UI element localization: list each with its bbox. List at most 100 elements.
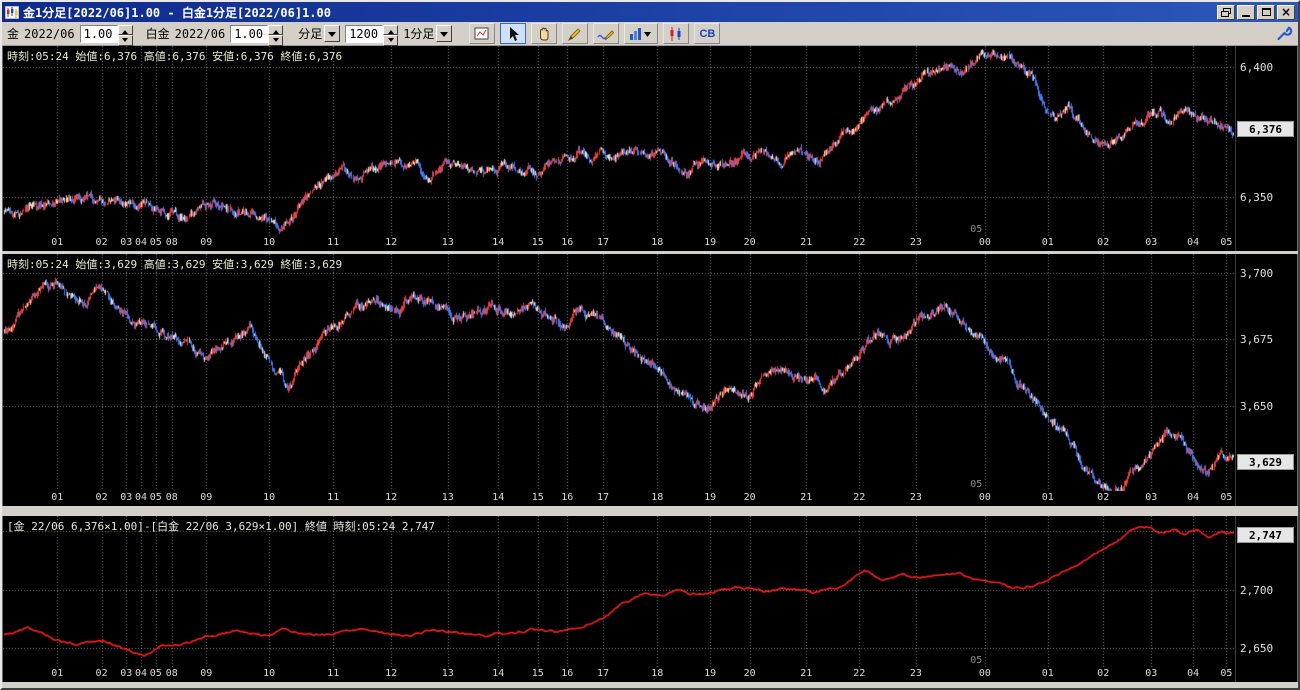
cb-label: CB [699, 27, 716, 40]
cb-tool-button[interactable]: CB [694, 23, 721, 44]
x-axis-hour-label: 01 [51, 237, 64, 248]
chart-area: 時刻:05:24 始値:6,376 高値:6,376 安値:6,376 終値:6… [2, 46, 1298, 688]
y-axis-tick-label: 3,675 [1240, 333, 1274, 347]
x-axis-hour-label: 20 [743, 237, 756, 248]
dropdown-arrow-icon[interactable] [436, 25, 453, 42]
x-axis-hour-label: 21 [800, 237, 813, 248]
panel-splitter[interactable] [2, 506, 1298, 516]
gold-x-axis: 01 02 03 04 05 08 09 10 11 12 13 14 15 16 17 18 19 20 21 22… [3, 236, 1235, 251]
pan-tool-button[interactable] [531, 23, 558, 44]
spin-down-icon[interactable] [383, 34, 399, 46]
x-axis-hour-label: 00 [978, 237, 991, 248]
x-axis-hour-label: 18 [651, 492, 664, 503]
x-axis-hour-label: 19 [704, 237, 717, 248]
gold-ohlc-info: 時刻:05:24 始値:6,376 高値:6,376 安値:6,376 終値:6… [7, 50, 343, 63]
y-axis-tick-label: 3,650 [1240, 399, 1274, 413]
interval-combo[interactable]: 分足 [298, 25, 341, 42]
x-axis-hour-label: 15 [531, 492, 544, 503]
x-axis-hour-label: 05 [1220, 668, 1233, 679]
x-axis-hour-label: 05 [149, 492, 162, 503]
date-marker: 05 [970, 479, 983, 490]
platinum-x-axis: 01 02 03 04 05 08 09 10 11 12 13 14 15 16 17 18 19 20 21 22… [3, 491, 1235, 506]
x-axis-hour-label: 02 [95, 237, 108, 248]
maximize-icon [1261, 8, 1271, 16]
x-axis-hour-label: 04 [1187, 237, 1200, 248]
x-axis-hour-label: 01 [1041, 237, 1054, 248]
x-axis-hour-label: 01 [51, 492, 64, 503]
x-axis-hour-label: 12 [385, 492, 398, 503]
x-axis-hour-label: 22 [853, 237, 866, 248]
bar-count-value[interactable]: 1200 [345, 24, 384, 43]
x-axis-hour-label: 02 [1097, 492, 1110, 503]
window-close-button[interactable]: × [1277, 4, 1295, 20]
spread-plot[interactable]: [金 22/06 6,376×1.00]-[白金 22/06 3,629×1.0… [3, 516, 1235, 667]
spin-up-icon[interactable] [117, 24, 133, 35]
title-bar[interactable]: 金1分足[2022/06]1.00 - 白金1分足[2022/06]1.00 × [2, 2, 1298, 22]
window-buttons: × [1217, 4, 1295, 20]
x-axis-hour-label: 14 [492, 237, 505, 248]
date-marker: 05 [970, 655, 983, 666]
spin-down-icon[interactable] [268, 34, 284, 46]
x-axis-hour-label: 05 [149, 237, 162, 248]
spread-line-canvas[interactable] [3, 516, 1235, 667]
gold-multiplier-value[interactable]: 1.00 [79, 24, 118, 43]
x-axis-hour-label: 17 [596, 492, 610, 503]
spin-up-icon[interactable] [383, 24, 399, 35]
spin-down-icon[interactable] [117, 34, 133, 46]
x-axis-hour-label: 13 [441, 237, 454, 248]
platinum-plot[interactable]: 時刻:05:24 始値:3,629 高値:3,629 安値:3,629 終値:3… [3, 254, 1235, 491]
spin-up-icon[interactable] [268, 24, 284, 35]
indicator-menu-button[interactable] [624, 23, 659, 44]
timeframe-combo-label: 1分足 [403, 27, 435, 41]
pencil-icon [568, 27, 582, 41]
draw-curve-button[interactable] [593, 23, 620, 44]
chart-frame-button[interactable] [469, 23, 496, 44]
curve-pencil-icon [597, 29, 615, 40]
timeframe-combo[interactable]: 1分足 [403, 25, 453, 42]
gold-label: 金 [7, 27, 20, 41]
x-axis-hour-label: 08 [165, 668, 178, 679]
x-axis-hour-label: 00 [978, 668, 991, 679]
bottom-frame [2, 682, 1298, 688]
platinum-multiplier-spinbox[interactable]: 1.00 [230, 24, 284, 46]
y-axis-tick-label: 2,650 [1240, 642, 1274, 656]
x-axis-hour-label: 05 [149, 668, 162, 679]
draw-line-button[interactable] [562, 23, 589, 44]
interval-combo-label: 分足 [298, 27, 323, 41]
x-axis-hour-label: 10 [263, 237, 276, 248]
x-axis-hour-label: 08 [165, 237, 178, 248]
bar-count-spinbox[interactable]: 1200 [345, 24, 399, 46]
x-axis-hour-label: 01 [1041, 668, 1054, 679]
gold-multiplier-spinbox[interactable]: 1.00 [79, 24, 133, 46]
x-axis-hour-label: 04 [1187, 492, 1200, 503]
x-axis-hour-label: 14 [492, 668, 505, 679]
x-axis-hour-label: 02 [1097, 237, 1110, 248]
platinum-candles-canvas[interactable] [3, 254, 1235, 491]
x-axis-hour-label: 05 [1220, 492, 1233, 503]
hand-icon [540, 26, 549, 40]
cursor-tool-button[interactable] [500, 23, 527, 44]
x-axis-hour-label: 03 [1145, 668, 1158, 679]
platinum-chart-panel: 時刻:05:24 始値:3,629 高値:3,629 安値:3,629 終値:3… [2, 254, 1298, 506]
window-minimize-button[interactable] [1237, 4, 1255, 20]
candle-style-button[interactable] [663, 23, 690, 44]
x-axis-hour-label: 11 [327, 237, 340, 248]
x-axis-hour-label: 11 [327, 668, 340, 679]
window-maximize-button[interactable] [1257, 4, 1275, 20]
dropdown-arrow-icon[interactable] [324, 25, 341, 42]
gold-plot[interactable]: 時刻:05:24 始値:6,376 高値:6,376 安値:6,376 終値:6… [3, 46, 1235, 236]
gold-candles-canvas[interactable] [3, 46, 1235, 236]
spread-last-price-box: 2,747 [1237, 526, 1294, 543]
y-axis-tick-label: 3,700 [1240, 266, 1274, 280]
platinum-multiplier-value[interactable]: 1.00 [230, 24, 269, 43]
x-axis-hour-label: 01 [1041, 492, 1054, 503]
settings-wrench-button[interactable] [1276, 25, 1293, 47]
x-axis-hour-label: 13 [441, 668, 454, 679]
x-axis-hour-label: 05 [1220, 237, 1233, 248]
x-axis-hour-label: 04 [134, 237, 148, 248]
window-restore-button[interactable] [1217, 4, 1235, 20]
x-axis-hour-label: 19 [704, 668, 717, 679]
x-axis-hour-label: 21 [800, 668, 813, 679]
x-axis-hour-label: 04 [1187, 668, 1200, 679]
x-axis-hour-label: 20 [743, 492, 756, 503]
